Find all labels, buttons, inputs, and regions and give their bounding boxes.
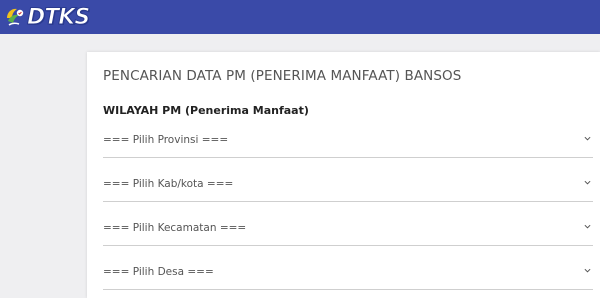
logo-text: DTKS [26,4,90,30]
chevron-down-icon [584,180,591,185]
village-select-value: === Pilih Desa === [103,266,214,278]
regency-select-value: === Pilih Kab/kota === [103,178,234,190]
dtks-logo[interactable]: DTKS [4,3,91,31]
dtks-logo-mark-icon [7,8,24,26]
village-select[interactable]: === Pilih Desa === [103,260,593,290]
province-select[interactable]: === Pilih Provinsi === [103,128,593,158]
district-select[interactable]: === Pilih Kecamatan === [103,216,593,246]
section-title: WILAYAH PM (Penerima Manfaat) [103,104,309,117]
chevron-down-icon [584,224,591,229]
district-select-value: === Pilih Kecamatan === [103,222,247,234]
page-title: PENCARIAN DATA PM (PENERIMA MANFAAT) BAN… [103,68,462,84]
chevron-down-icon [584,268,591,273]
search-card: PENCARIAN DATA PM (PENERIMA MANFAAT) BAN… [87,52,600,298]
chevron-down-icon [584,136,591,141]
regency-select[interactable]: === Pilih Kab/kota === [103,172,593,202]
top-header-bar: DTKS [0,0,600,34]
province-select-value: === Pilih Provinsi === [103,134,229,146]
